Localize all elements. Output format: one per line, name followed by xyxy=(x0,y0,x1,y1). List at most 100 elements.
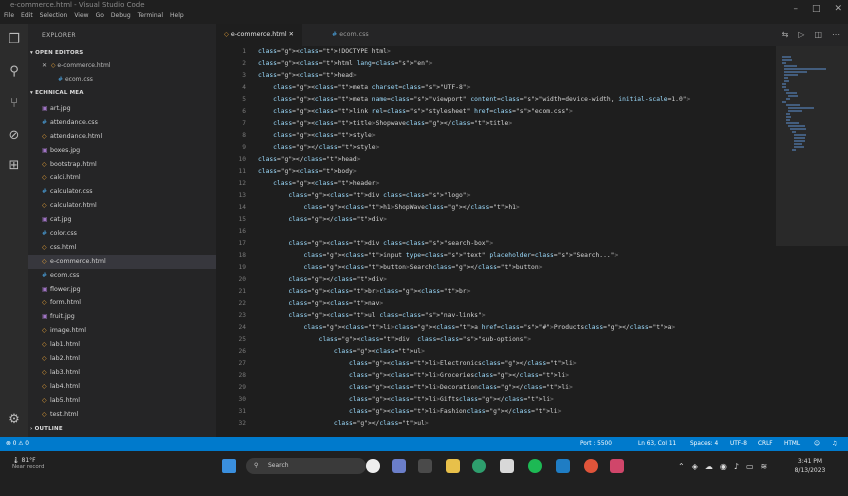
code-line[interactable]: class="g"><class="t">ul> xyxy=(258,346,768,358)
code-line[interactable]: class="g"><class="t">li>Groceriesclass="… xyxy=(258,370,768,382)
split-editor-icon[interactable]: ◫ xyxy=(814,30,822,39)
cursor-position[interactable]: Ln 63, Col 11 xyxy=(638,437,676,451)
tab-ecom-css[interactable]: # ecom.css xyxy=(324,24,377,46)
code-line[interactable] xyxy=(258,226,768,238)
line-ending[interactable]: CRLF xyxy=(758,437,773,451)
menu-file[interactable]: File xyxy=(4,12,14,22)
source-control-icon[interactable]: ⑂ xyxy=(6,96,22,112)
minimize-icon[interactable]: – xyxy=(793,4,798,14)
maximize-icon[interactable]: □ xyxy=(812,4,821,14)
file-item[interactable]: # calculator.css xyxy=(28,185,216,199)
code-line[interactable]: class="g"><class="t">style> xyxy=(258,130,768,142)
language-mode[interactable]: HTML xyxy=(784,437,800,451)
file-item[interactable]: ◇ lab3.html xyxy=(28,366,216,380)
code-line[interactable]: class="g"></class="t">div> xyxy=(258,274,768,286)
menu-selection[interactable]: Selection xyxy=(40,12,68,22)
edge-icon[interactable] xyxy=(472,459,486,473)
file-item[interactable]: ◇ attendance.html xyxy=(28,130,216,144)
file-item[interactable]: ◇ lab4.html xyxy=(28,380,216,394)
open-editor-item[interactable]: ✕ ◇ e-commerce.html xyxy=(42,62,111,69)
file-item[interactable]: ▣ fruit.jpg xyxy=(28,310,216,324)
file-item[interactable]: # color.css xyxy=(28,227,216,241)
menu-debug[interactable]: Debug xyxy=(111,12,131,22)
code-line[interactable]: class="g"><class="t">link rel=class="s">… xyxy=(258,106,768,118)
file-item[interactable]: ◇ test.html xyxy=(28,408,216,422)
code-line[interactable]: class="g"><class="t">html lang=class="s"… xyxy=(258,58,768,70)
indentation[interactable]: Spaces: 4 xyxy=(690,437,718,451)
clock[interactable]: 3:41 PM 8/13/2023 xyxy=(780,457,840,475)
live-server-port[interactable]: Port : 5500 xyxy=(580,437,612,451)
file-item[interactable]: ▣ boxes.jpg xyxy=(28,144,216,158)
debug-icon[interactable]: ⊘ xyxy=(6,128,22,144)
teams-icon[interactable] xyxy=(392,459,406,473)
encoding[interactable]: UTF-8 xyxy=(730,437,747,451)
file-item[interactable]: ▣ art.jpg xyxy=(28,102,216,116)
problems-indicator[interactable]: ⊗ 0 ⚠ 0 xyxy=(6,437,29,451)
code-line[interactable]: class="g"><class="t">button>Searchclass=… xyxy=(258,262,768,274)
code-line[interactable]: class="g"><class="t">title>Shopwaveclass… xyxy=(258,118,768,130)
file-item[interactable]: # attendance.css xyxy=(28,116,216,130)
outline-header[interactable]: › OUTLINE xyxy=(30,426,63,432)
code-line[interactable]: class="g"><class="t">li>Electronicsclass… xyxy=(258,358,768,370)
code-line[interactable]: class="g"><class="t">meta name=class="s"… xyxy=(258,94,768,106)
minimap[interactable] xyxy=(776,46,848,437)
code-line[interactable]: class="g"><class="t">body> xyxy=(258,166,768,178)
store-icon[interactable] xyxy=(500,459,514,473)
vscode-icon[interactable] xyxy=(556,459,570,473)
code-line[interactable]: class="g"></class="t">ul> xyxy=(258,418,768,430)
code-line[interactable]: class="g"><class="t">li>Fashionclass="g"… xyxy=(258,406,768,418)
volume-icon[interactable]: ♪ xyxy=(734,462,739,471)
code-area[interactable]: class="g"><class="t">!DOCTYPE html> class… xyxy=(258,46,768,430)
feedback-icon[interactable]: ☺ xyxy=(814,437,820,451)
file-item-selected[interactable]: ◇ e-commerce.html xyxy=(28,254,216,269)
chrome-icon[interactable] xyxy=(584,459,598,473)
code-line[interactable]: class="g"><class="t">br>class="g"><class… xyxy=(258,286,768,298)
code-line[interactable]: class="g"></class="t">div> xyxy=(258,214,768,226)
menu-help[interactable]: Help xyxy=(170,12,184,22)
folder-header[interactable]: ▾ ECHNICAL MEA xyxy=(30,90,84,96)
file-item[interactable]: # ecom.css xyxy=(28,269,216,283)
file-item[interactable]: ◇ calculator.html xyxy=(28,199,216,213)
open-editor-item[interactable]: # ecom.css xyxy=(58,76,93,83)
code-line[interactable]: class="g"></class="t">head> xyxy=(258,154,768,166)
bell-icon[interactable]: ♫ xyxy=(832,437,837,451)
file-item[interactable]: ◇ lab1.html xyxy=(28,338,216,352)
file-item[interactable]: ◇ lab5.html xyxy=(28,394,216,408)
file-item[interactable]: ▣ cat.jpg xyxy=(28,213,216,227)
code-line[interactable]: class="g"><class="t">div class=class="s"… xyxy=(258,334,768,346)
code-line[interactable]: class="g"><class="t">!DOCTYPE html> xyxy=(258,46,768,58)
file-item[interactable]: ◇ lab2.html xyxy=(28,352,216,366)
close-icon[interactable]: ✕ xyxy=(42,62,47,69)
menu-terminal[interactable]: Terminal xyxy=(138,12,163,22)
code-line[interactable]: class="g"><class="t">li>Giftsclass="g"><… xyxy=(258,394,768,406)
code-line[interactable]: class="g"><class="t">div class=class="s"… xyxy=(258,190,768,202)
open-changes-icon[interactable]: ⇆ xyxy=(782,30,789,39)
spotify-icon[interactable] xyxy=(528,459,542,473)
menu-edit[interactable]: Edit xyxy=(21,12,33,22)
battery-icon[interactable]: ▭ xyxy=(746,462,754,471)
network-icon[interactable]: ◈ xyxy=(692,462,698,471)
open-editors-header[interactable]: ▾ OPEN EDITORS xyxy=(30,50,83,56)
tab-e-commerce[interactable]: ◇ e-commerce.html ✕ xyxy=(216,24,302,46)
code-line[interactable]: class="g"><class="t">div class=class="s"… xyxy=(258,238,768,250)
code-line[interactable]: class="g"><class="t">nav> xyxy=(258,298,768,310)
camera-icon[interactable]: ◉ xyxy=(720,462,727,471)
menu-view[interactable]: View xyxy=(74,12,88,22)
code-line[interactable]: class="g"><class="t">input type=class="s… xyxy=(258,250,768,262)
search-icon[interactable]: ⚲ xyxy=(6,64,22,80)
file-item[interactable]: ◇ image.html xyxy=(28,324,216,338)
task-view-icon[interactable] xyxy=(366,459,380,473)
wifi-icon[interactable]: ≋ xyxy=(761,462,768,471)
code-line[interactable]: class="g"><class="t">li>Decorationclass=… xyxy=(258,382,768,394)
code-line[interactable]: class="g"></class="t">style> xyxy=(258,142,768,154)
close-icon[interactable]: ✕ xyxy=(289,31,294,38)
weather-widget[interactable]: 🌡 81°F Near record xyxy=(12,457,44,470)
file-item[interactable]: ◇ bootstrap.html xyxy=(28,158,216,172)
files-icon[interactable]: ❐ xyxy=(6,32,22,48)
app-icon[interactable] xyxy=(610,459,624,473)
code-line[interactable]: class="g"><class="t">meta charset=class=… xyxy=(258,82,768,94)
file-explorer-icon[interactable] xyxy=(446,459,460,473)
menu-go[interactable]: Go xyxy=(96,12,104,22)
chevron-up-icon[interactable]: ⌃ xyxy=(678,462,685,471)
file-item[interactable]: ◇ form.html xyxy=(28,296,216,310)
